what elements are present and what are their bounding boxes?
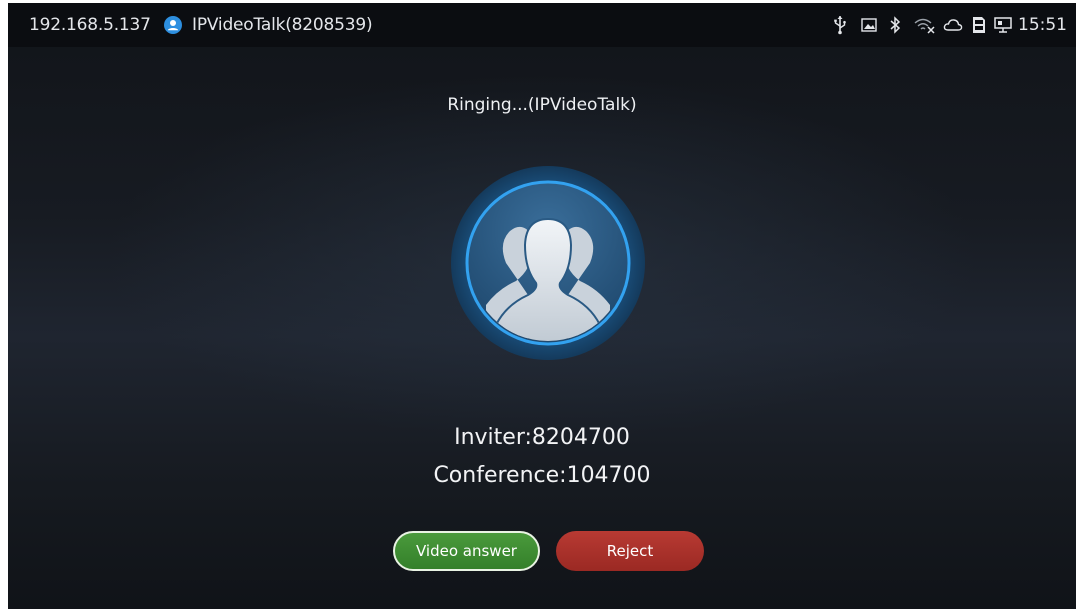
usb-icon <box>834 16 846 35</box>
ip-address: 192.168.5.137 <box>29 15 151 35</box>
video-answer-button[interactable]: Video answer <box>393 531 540 571</box>
incoming-call-screen: 192.168.5.137 IPVideoTalk(8208539) 15:51… <box>8 3 1076 609</box>
account-icon <box>164 16 182 34</box>
sd-card-icon <box>973 17 985 33</box>
cloud-icon <box>943 19 963 31</box>
video-answer-label: Video answer <box>416 542 517 560</box>
display-icon <box>994 17 1012 33</box>
account-name: IPVideoTalk(8208539) <box>192 15 373 35</box>
conference-avatar-icon <box>451 166 645 360</box>
inviter-label: Inviter:8204700 <box>454 425 630 450</box>
call-status-text: Ringing...(IPVideoTalk) <box>447 95 637 115</box>
wifi-disabled-icon <box>914 18 935 34</box>
reject-button[interactable]: Reject <box>556 531 704 571</box>
status-bar: 192.168.5.137 IPVideoTalk(8208539) 15:51 <box>8 3 1076 47</box>
conference-label: Conference:104700 <box>433 463 651 488</box>
bluetooth-icon <box>890 16 901 34</box>
reject-label: Reject <box>606 542 654 560</box>
screen-capture-icon <box>861 18 877 32</box>
clock: 15:51 <box>1018 15 1067 35</box>
